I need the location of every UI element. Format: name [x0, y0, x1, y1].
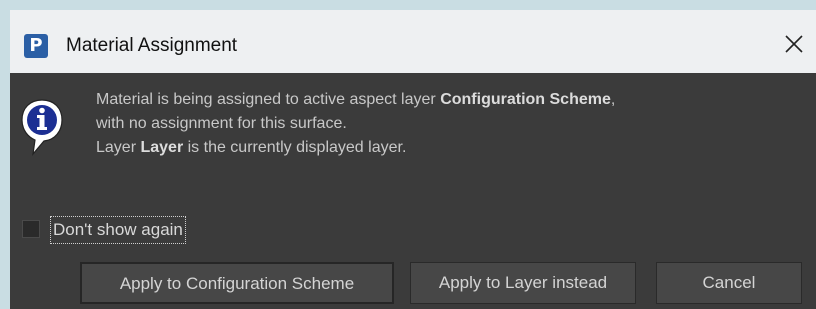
dont-show-again-label[interactable]: Don't show again — [50, 216, 186, 244]
material-assignment-dialog: P Material Assignment Material is being … — [10, 10, 816, 309]
info-icon — [20, 98, 64, 160]
dialog-message: Material is being assigned to active asp… — [96, 88, 615, 160]
displayed-layer-name: Layer — [140, 139, 184, 156]
dont-show-again-checkbox[interactable] — [22, 220, 40, 238]
active-layer-name: Configuration Scheme — [440, 91, 611, 108]
window-title: Material Assignment — [66, 35, 238, 56]
app-logo-letter: P — [29, 35, 43, 56]
title-bar: P Material Assignment — [10, 10, 816, 73]
message-line-3-end: is the currently displayed layer. — [183, 139, 407, 156]
message-line-1-end: , — [610, 91, 616, 108]
message-line-1: Material is being assigned to active asp… — [96, 88, 615, 112]
cancel-button[interactable]: Cancel — [656, 262, 802, 304]
message-line-3: Layer Layer is the currently displayed l… — [96, 136, 615, 160]
message-line-3-text: Layer — [96, 139, 141, 156]
app-logo-icon: P — [24, 34, 48, 58]
message-line-1-text: Material is being assigned to active asp… — [96, 91, 441, 108]
apply-to-layer-button[interactable]: Apply to Layer instead — [410, 262, 636, 304]
message-line-2: with no assignment for this surface. — [96, 115, 347, 132]
close-icon[interactable] — [782, 32, 806, 56]
apply-to-configuration-scheme-button[interactable]: Apply to Configuration Scheme — [80, 262, 394, 304]
